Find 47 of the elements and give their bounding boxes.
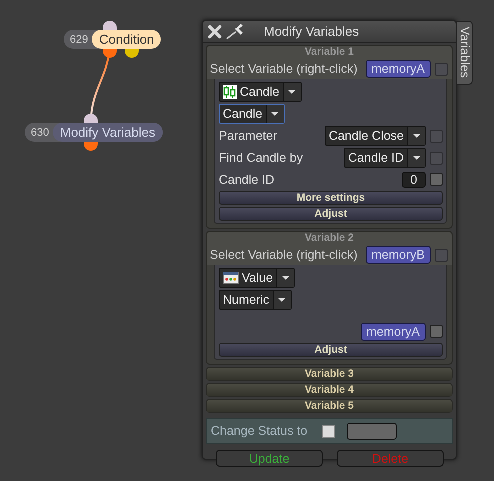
checkbox[interactable] <box>430 325 443 338</box>
section-header[interactable]: Variable 3 <box>207 368 452 380</box>
close-icon[interactable] <box>208 24 222 38</box>
parameter-label: Parameter <box>219 129 278 143</box>
number-field[interactable]: 0 <box>402 172 426 188</box>
value-icon <box>223 272 239 284</box>
caret-icon <box>412 156 420 160</box>
variable-tag[interactable]: memoryA <box>366 60 431 78</box>
caret-icon <box>282 276 290 280</box>
node-label: Modify Variables <box>53 123 162 142</box>
graph-node[interactable]: 630 Modify Variables <box>25 123 162 142</box>
window-title: Modify Variables <box>264 24 360 39</box>
node-label: Condition <box>92 30 162 49</box>
checkbox[interactable] <box>322 424 335 438</box>
section-button[interactable]: Adjust <box>219 343 443 357</box>
parameter-label: Find Candle by <box>219 151 304 165</box>
subtype-dropdown[interactable]: Candle <box>219 104 285 124</box>
type-dropdown[interactable]: Value <box>219 268 296 288</box>
caret-icon <box>288 90 296 94</box>
input-port[interactable] <box>84 114 98 123</box>
section-header[interactable]: Variable 5 <box>207 400 452 412</box>
variable-tag[interactable]: memoryB <box>366 246 431 264</box>
graph-node[interactable]: 629 Condition <box>64 30 162 49</box>
subtype-dropdown[interactable]: Numeric <box>219 290 292 310</box>
node-id: 630 <box>31 126 50 138</box>
parameter-label: Candle ID <box>219 172 276 186</box>
output-port[interactable] <box>125 49 139 58</box>
select-variable-label: Select Variable (right-click) <box>210 248 359 262</box>
candlestick-icon <box>223 85 237 99</box>
caret-icon <box>271 112 280 116</box>
caret-icon <box>278 298 286 302</box>
change-status-label: Change Status to <box>211 424 308 438</box>
output-port[interactable] <box>84 142 98 151</box>
section-header[interactable]: Variable 4 <box>207 384 452 396</box>
node-id: 629 <box>70 34 88 46</box>
output-port[interactable] <box>103 49 117 58</box>
select-variable-label: Select Variable (right-click) <box>210 62 359 76</box>
update-button[interactable]: Update <box>216 450 323 467</box>
variable-tag[interactable]: memoryA <box>360 322 426 340</box>
variables-tab[interactable]: Variables <box>456 21 473 85</box>
type-dropdown[interactable]: Candle <box>219 82 302 102</box>
section-button[interactable]: Adjust <box>219 207 443 221</box>
input-port[interactable] <box>103 21 117 30</box>
checkbox[interactable] <box>430 173 443 186</box>
status-field[interactable] <box>346 422 397 440</box>
caret-icon <box>412 134 420 138</box>
section-button[interactable]: More settings <box>219 191 443 205</box>
